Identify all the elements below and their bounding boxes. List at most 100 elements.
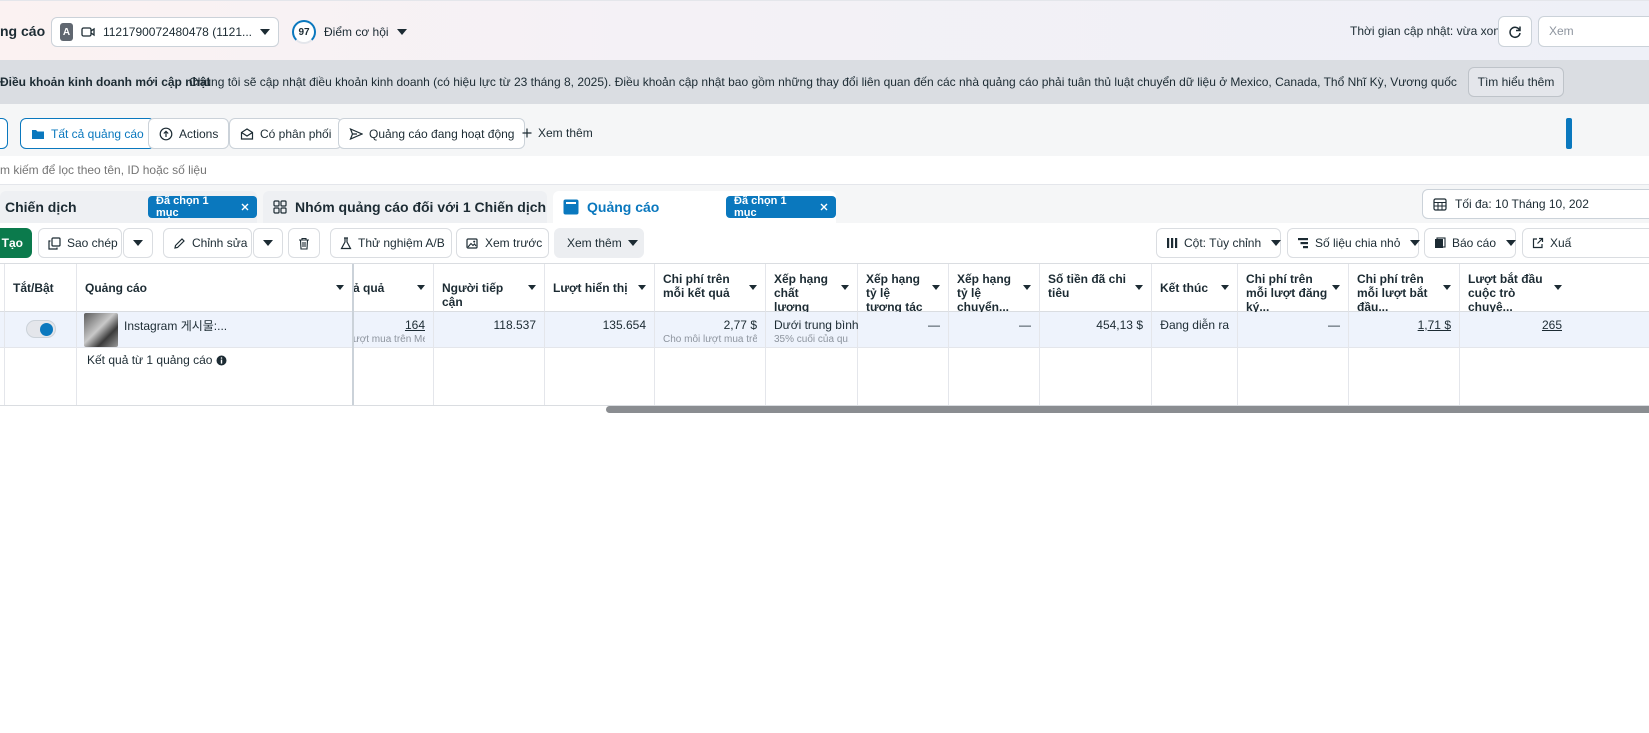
header-amount-spent[interactable]: Số tiền đã chi tiêu — [1040, 264, 1152, 312]
image-icon — [466, 237, 479, 250]
header-results[interactable]: ả quả — [353, 264, 434, 312]
header-ends[interactable]: Kết thúc — [1152, 264, 1238, 312]
row-cost-per-start-value[interactable]: 1,71 $ — [1418, 318, 1451, 332]
row-impressions-cell: 135.654 — [545, 312, 655, 348]
row-conversations-started-cell: 265 — [1460, 312, 1570, 348]
edit-button[interactable]: Chỉnh sửa — [163, 228, 252, 258]
header-impressions[interactable]: Lượt hiển thị — [545, 264, 655, 312]
row-results-value[interactable]: 164 — [353, 318, 425, 332]
breakdown-icon — [1297, 237, 1309, 249]
date-range-picker[interactable]: Tối đa: 10 Tháng 10, 202 — [1422, 189, 1649, 219]
ads-table: Tắt/Bật Quảng cáo ả quả Người tiếp cận L… — [0, 263, 1649, 406]
ads-selected-label: Đã chọn 1 mục — [734, 195, 787, 219]
header-engagement-ranking[interactable]: Xếp hạng tỷ lệ tương tác — [858, 264, 949, 314]
chevron-down-icon — [417, 285, 425, 290]
row-quality-ranking-value: Dưới trung bình — [774, 318, 859, 332]
learn-more-button[interactable]: Tìm hiểu thêm — [1468, 67, 1564, 97]
header-conversion-ranking-label: Xếp hạng tỷ lệ chuyển... — [957, 272, 1012, 314]
row-cost-per-start-cell: 1,71 $ — [1349, 312, 1460, 348]
footer-cell — [1238, 348, 1349, 405]
row-ad-name-cell[interactable]: Instagram 게시물:... — [77, 312, 353, 348]
calendar-icon — [1433, 197, 1447, 211]
row-conversations-started-value[interactable]: 265 — [1542, 318, 1562, 332]
header-conversion-ranking[interactable]: Xếp hạng tỷ lệ chuyển... — [949, 264, 1040, 314]
refresh-button[interactable] — [1498, 16, 1532, 47]
columns-icon — [1166, 237, 1178, 249]
info-icon[interactable] — [216, 353, 227, 366]
delete-button[interactable] — [288, 228, 320, 258]
tab-campaigns[interactable]: Chiến dịch Đã chọn 1 mục — [0, 191, 257, 223]
chevron-down-icon — [1221, 285, 1229, 290]
filter-chip-partial[interactable] — [0, 118, 8, 149]
breakdown-button[interactable]: Số liệu chia nhỏ — [1287, 228, 1421, 258]
header-results-label: ả quả — [353, 281, 385, 295]
campaign-selected-badge[interactable]: Đã chọn 1 mục — [148, 195, 257, 219]
ads-selected-badge[interactable]: Đã chọn 1 mục — [726, 195, 836, 219]
footer-toggle-cell — [5, 348, 77, 405]
ab-test-label: Thử nghiệm A/B — [358, 236, 445, 250]
filter-delivery[interactable]: Có phân phối — [229, 118, 343, 149]
close-icon[interactable] — [820, 203, 828, 211]
opportunity-score-button[interactable]: 97 Điểm cơ hội — [292, 19, 407, 45]
ad-status-toggle[interactable] — [26, 320, 56, 338]
footer-cell — [655, 348, 766, 405]
tab-adsets[interactable]: Nhóm quảng cáo đối với 1 Chiến dịch — [263, 191, 547, 223]
row-results-cell: 164 ượt mua trên Meta — [353, 312, 434, 348]
horizontal-scrollbar[interactable] — [606, 406, 1649, 413]
edit-dropdown-button[interactable] — [253, 228, 283, 258]
view-button[interactable]: Xem — [1538, 16, 1649, 47]
tab-ads[interactable]: Quảng cáo Đã chọn 1 mục — [553, 191, 836, 223]
send-icon — [349, 127, 363, 140]
ab-test-button[interactable]: Thử nghiệm A/B — [330, 228, 452, 258]
header-toggle[interactable]: Tắt/Bật — [5, 264, 77, 312]
campaign-selected-label: Đã chọn 1 mục — [156, 195, 209, 219]
header-ad-name[interactable]: Quảng cáo — [77, 264, 353, 312]
copy-button[interactable]: Sao chép — [38, 228, 122, 258]
filter-see-more-label: Xem thêm — [538, 126, 593, 140]
banner-text: Chúng tôi sẽ cập nhật điều khoản kinh do… — [189, 75, 1459, 89]
account-selector[interactable]: A 1121790072480478 (1121... — [51, 17, 279, 47]
close-icon[interactable] — [241, 203, 249, 211]
preview-button[interactable]: Xem trước — [456, 228, 549, 258]
more-actions-button[interactable]: Xem thêm — [554, 228, 644, 258]
row-results-sub: ượt mua trên Meta — [353, 334, 425, 345]
filter-all-ads[interactable]: Tất cả quảng cáo — [20, 118, 155, 149]
reports-button[interactable]: Báo cáo — [1424, 228, 1517, 258]
header-spacer — [1570, 264, 1649, 312]
frozen-column-divider[interactable] — [352, 264, 354, 405]
filter-all-ads-label: Tất cả quảng cáo — [51, 126, 144, 141]
filter-active-ads[interactable]: Quảng cáo đang hoạt động — [338, 118, 526, 149]
ad-account-icon — [81, 26, 95, 38]
row-spacer — [1570, 312, 1649, 348]
header-cost-per-result-label: Chi phí trên mỗi kết quả — [663, 272, 730, 300]
header-quality-ranking-label: Xếp hạng chất lượng — [774, 272, 829, 314]
row-toggle-cell — [5, 312, 77, 348]
header-conversations-started[interactable]: Lượt bắt đầu cuộc trò chuyệ... — [1460, 264, 1570, 314]
header-cost-per-result[interactable]: Chi phí trên mỗi kết quả — [655, 264, 766, 312]
header-cost-per-start[interactable]: Chi phí trên mỗi lượt bắt đầu... — [1349, 264, 1460, 314]
header-cost-per-registration[interactable]: Chi phí trên mỗi lượt đăng ký... — [1238, 264, 1349, 314]
copy-dropdown-button[interactable] — [123, 228, 153, 258]
external-link-icon — [1532, 237, 1544, 249]
search-input[interactable] — [0, 156, 1000, 184]
columns-button[interactable]: Cột: Tùy chỉnh — [1156, 228, 1282, 258]
header-conversations-started-label: Lượt bắt đầu cuộc trò chuyệ... — [1468, 272, 1543, 314]
filter-see-more[interactable]: Xem thêm — [522, 126, 593, 140]
chevron-down-icon — [1023, 285, 1031, 290]
account-id: 1121790072480478 (1121... — [102, 25, 252, 39]
header-reach[interactable]: Người tiếp cận — [434, 264, 545, 312]
footer-cell — [545, 348, 655, 405]
filter-actions[interactable]: Actions — [148, 118, 230, 149]
more-actions-label: Xem thêm — [567, 236, 622, 250]
updated-status: Thời gian cập nhật: vừa xong — [1350, 24, 1507, 38]
row-ends-cell: Đang diễn ra — [1152, 312, 1238, 348]
filter-chip-partial-right[interactable] — [1566, 118, 1572, 149]
header-ad-name-label: Quảng cáo — [85, 281, 148, 295]
export-button[interactable]: Xuấ — [1522, 228, 1649, 258]
reports-label: Báo cáo — [1452, 236, 1497, 250]
ad-name[interactable]: Instagram 게시물:... — [124, 317, 227, 334]
create-button[interactable]: Tạo — [0, 228, 32, 258]
breakdown-label: Số liệu chia nhỏ — [1315, 236, 1401, 250]
header-quality-ranking[interactable]: Xếp hạng chất lượng — [766, 264, 858, 314]
footer-cell — [1349, 348, 1460, 405]
